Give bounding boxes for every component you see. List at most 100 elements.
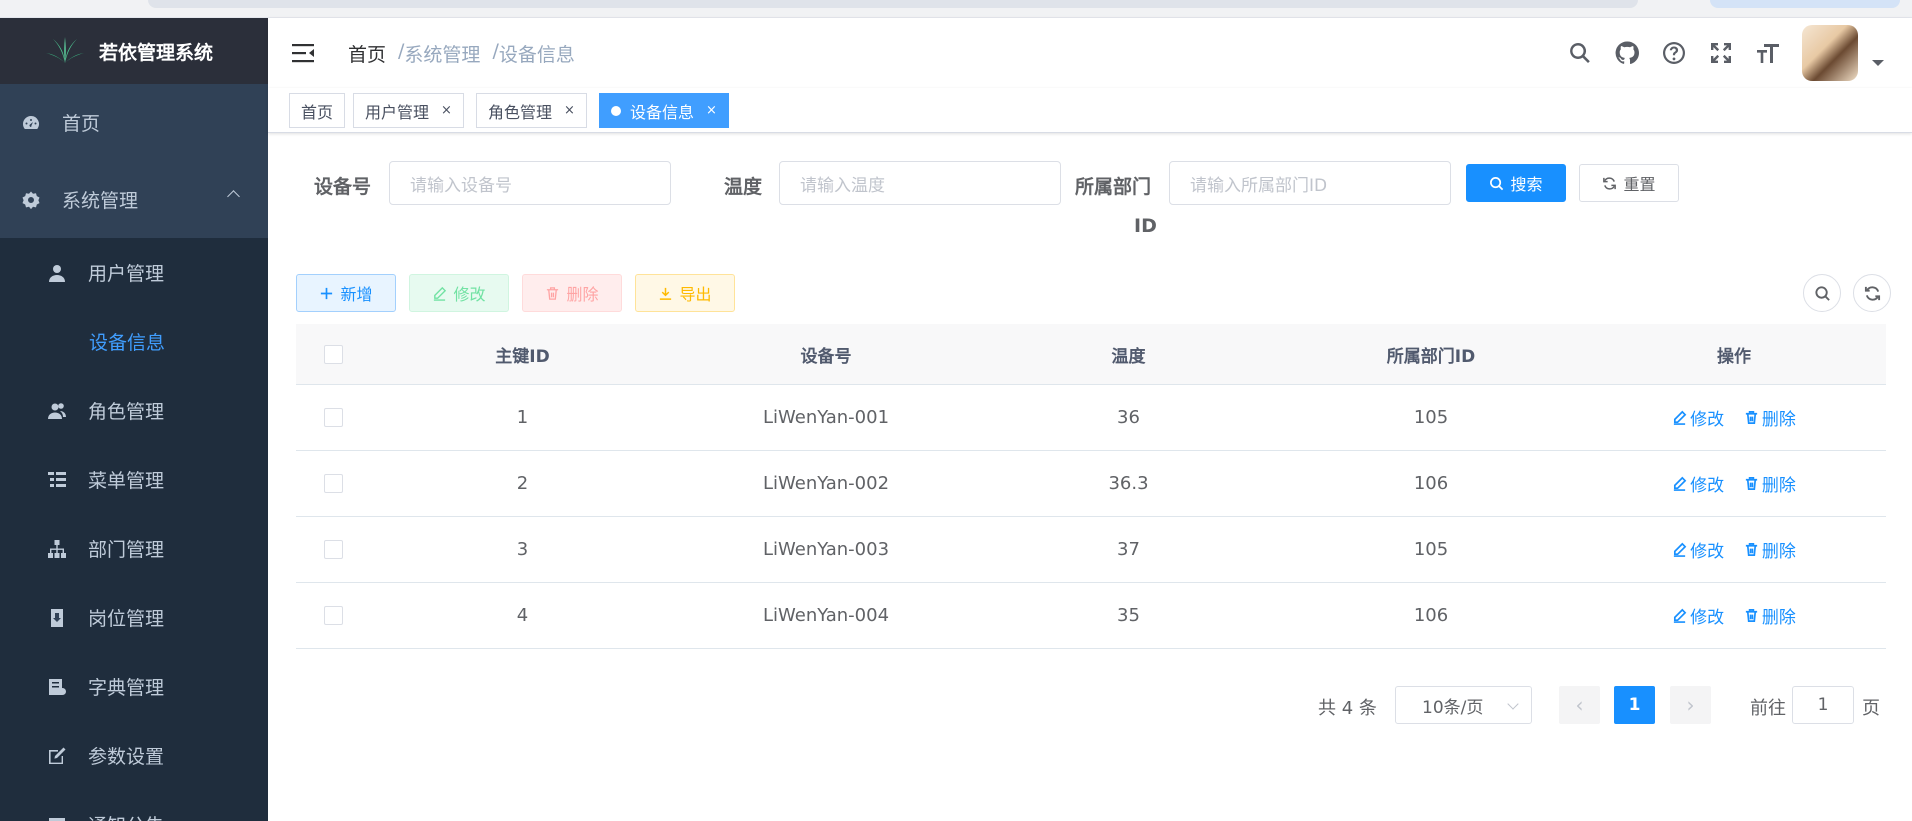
browser-address-bar — [148, 0, 1638, 8]
row-delete-link[interactable]: 删除 — [1744, 537, 1796, 562]
cell-dept: 105 — [1413, 407, 1449, 428]
tag-home[interactable]: 首页 — [289, 93, 346, 128]
github-icon[interactable] — [1614, 40, 1640, 66]
page-size-select[interactable]: 10条/页 — [1395, 686, 1532, 724]
row-delete-label: 删除 — [1761, 410, 1796, 430]
avatar[interactable] — [1802, 25, 1858, 81]
row-checkbox[interactable] — [323, 540, 343, 559]
edit-icon — [46, 745, 68, 767]
sidebar-item-users[interactable]: 用户管理 — [0, 238, 268, 307]
row-checkbox[interactable] — [323, 474, 343, 493]
sidebar-item-label: 设备信息 — [89, 332, 166, 354]
close-icon[interactable]: × — [564, 103, 575, 118]
row-edit-link[interactable]: 修改 — [1672, 405, 1724, 430]
sidebar-item-label: 字典管理 — [88, 677, 165, 699]
row-checkbox[interactable] — [323, 606, 343, 625]
refresh-button[interactable] — [1853, 274, 1891, 312]
sidebar-item-config[interactable]: 参数设置 — [0, 721, 268, 790]
breadcrumb-home[interactable]: 首页 — [348, 40, 386, 67]
sidebar-item-menus[interactable]: 菜单管理 — [0, 445, 268, 514]
dashboard-icon — [20, 112, 42, 134]
goto-label: 前往 — [1750, 698, 1786, 719]
delete-icon — [547, 286, 559, 300]
row-edit-link[interactable]: 修改 — [1672, 471, 1724, 496]
edit-icon — [1674, 410, 1687, 425]
search-icon[interactable] — [1567, 40, 1593, 66]
tag-device-info[interactable]: 设备信息 × — [599, 93, 729, 128]
hamburger-icon[interactable] — [292, 42, 316, 64]
row-edit-label: 修改 — [1690, 542, 1725, 562]
sidebar-item-notice[interactable]: 通知公告 — [0, 790, 268, 821]
sidebar-item-label: 角色管理 — [88, 401, 165, 423]
sidebar-item-roles[interactable]: 角色管理 — [0, 376, 268, 445]
table-row[interactable]: 2 LiWenYan-002 36.3 106 修改 删除 — [296, 451, 1886, 517]
sidebar-item-label: 岗位管理 — [88, 608, 165, 630]
device-label: 设备号 — [314, 176, 372, 198]
sidebar-logo[interactable]: 若依管理系统 — [0, 18, 268, 84]
select-all-checkbox[interactable] — [323, 344, 343, 364]
sidebar-item-device-info[interactable]: 设备信息 — [0, 307, 268, 376]
download-icon — [660, 287, 672, 300]
search-button[interactable]: 搜索 — [1466, 164, 1566, 202]
row-select-cell — [296, 540, 370, 559]
main-content: 设备号 请输入设备号 温度 请输入温度 所属部门 ID 请输入所属部门ID 搜索… — [268, 134, 1912, 821]
sidebar-item-posts[interactable]: 岗位管理 — [0, 583, 268, 652]
toggle-search-button[interactable] — [1803, 274, 1841, 312]
close-icon[interactable]: × — [706, 103, 717, 118]
row-delete-link[interactable]: 删除 — [1744, 471, 1796, 496]
sidebar-item-label: 系统管理 — [62, 190, 139, 212]
search-button-label: 搜索 — [1510, 175, 1543, 194]
column-header: 温度 — [1111, 346, 1146, 367]
table-row[interactable]: 1 LiWenYan-001 36 105 修改 删除 — [296, 385, 1886, 451]
cell-dept: 105 — [1413, 539, 1449, 560]
row-edit-link[interactable]: 修改 — [1672, 603, 1724, 628]
cell-actions: 修改 删除 — [1582, 471, 1886, 496]
tag-label: 设备信息 — [630, 102, 695, 122]
close-icon[interactable]: × — [441, 103, 452, 118]
caret-down-icon[interactable] — [1872, 60, 1884, 66]
cell-dept: 106 — [1413, 605, 1449, 626]
search-icon — [1814, 285, 1830, 301]
tag-label: 首页 — [301, 102, 334, 122]
navbar: 首页 / 系统管理 / 设备信息 — [268, 18, 1912, 88]
table-row[interactable]: 4 LiWenYan-004 35 106 修改 删除 — [296, 583, 1886, 649]
cell-temp: 37 — [1117, 539, 1140, 560]
column-header: 操作 — [1717, 346, 1751, 367]
row-delete-link[interactable]: 删除 — [1744, 405, 1796, 430]
row-edit-link[interactable]: 修改 — [1672, 537, 1724, 562]
tag-roles[interactable]: 角色管理 × — [476, 93, 587, 128]
cell-id: 1 — [516, 407, 529, 428]
sidebar-item-home[interactable]: 首页 — [0, 84, 268, 161]
table-header: 主键ID 设备号 温度 所属部门ID 操作 — [296, 324, 1886, 385]
dept-input[interactable]: 请输入所属部门ID — [1169, 161, 1451, 205]
logo-icon — [46, 37, 84, 63]
font-size-icon[interactable] — [1755, 40, 1781, 66]
next-page-button[interactable]: › — [1670, 686, 1711, 724]
app-title: 若依管理系统 — [99, 41, 214, 64]
tags-view: 首页 用户管理 × 角色管理 × 设备信息 × — [268, 88, 1912, 133]
column-header: 主键ID — [495, 346, 550, 367]
table-row[interactable]: 3 LiWenYan-003 37 105 修改 删除 — [296, 517, 1886, 583]
cell-dept: 106 — [1413, 473, 1449, 494]
sidebar-item-dicts[interactable]: 字典管理 — [0, 652, 268, 721]
cell-device: LiWenYan-002 — [762, 473, 890, 494]
system-submenu: 用户管理 设备信息 角色管理 菜单管理 部门管理 岗位管理 字典管理 参数设置 — [0, 238, 268, 821]
tag-users[interactable]: 用户管理 × — [353, 93, 464, 128]
temp-input[interactable]: 请输入温度 — [779, 161, 1061, 205]
fullscreen-icon[interactable] — [1708, 40, 1734, 66]
help-icon[interactable] — [1661, 40, 1687, 66]
export-button[interactable]: 导出 — [635, 274, 735, 312]
sidebar-item-depts[interactable]: 部门管理 — [0, 514, 268, 583]
sidebar-item-system[interactable]: 系统管理 — [0, 161, 268, 238]
goto-page-input[interactable]: 1 — [1792, 686, 1854, 724]
add-button[interactable]: 新增 — [296, 274, 396, 312]
reset-button[interactable]: 重置 — [1579, 164, 1679, 202]
reset-button-label: 重置 — [1623, 175, 1656, 194]
prev-page-button[interactable]: ‹ — [1559, 686, 1600, 724]
row-delete-link[interactable]: 删除 — [1744, 603, 1796, 628]
row-checkbox[interactable] — [323, 408, 343, 427]
gear-icon — [20, 189, 42, 211]
device-input[interactable]: 请输入设备号 — [389, 161, 671, 205]
edit-icon — [1674, 476, 1687, 491]
page-number-current[interactable]: 1 — [1614, 686, 1655, 724]
